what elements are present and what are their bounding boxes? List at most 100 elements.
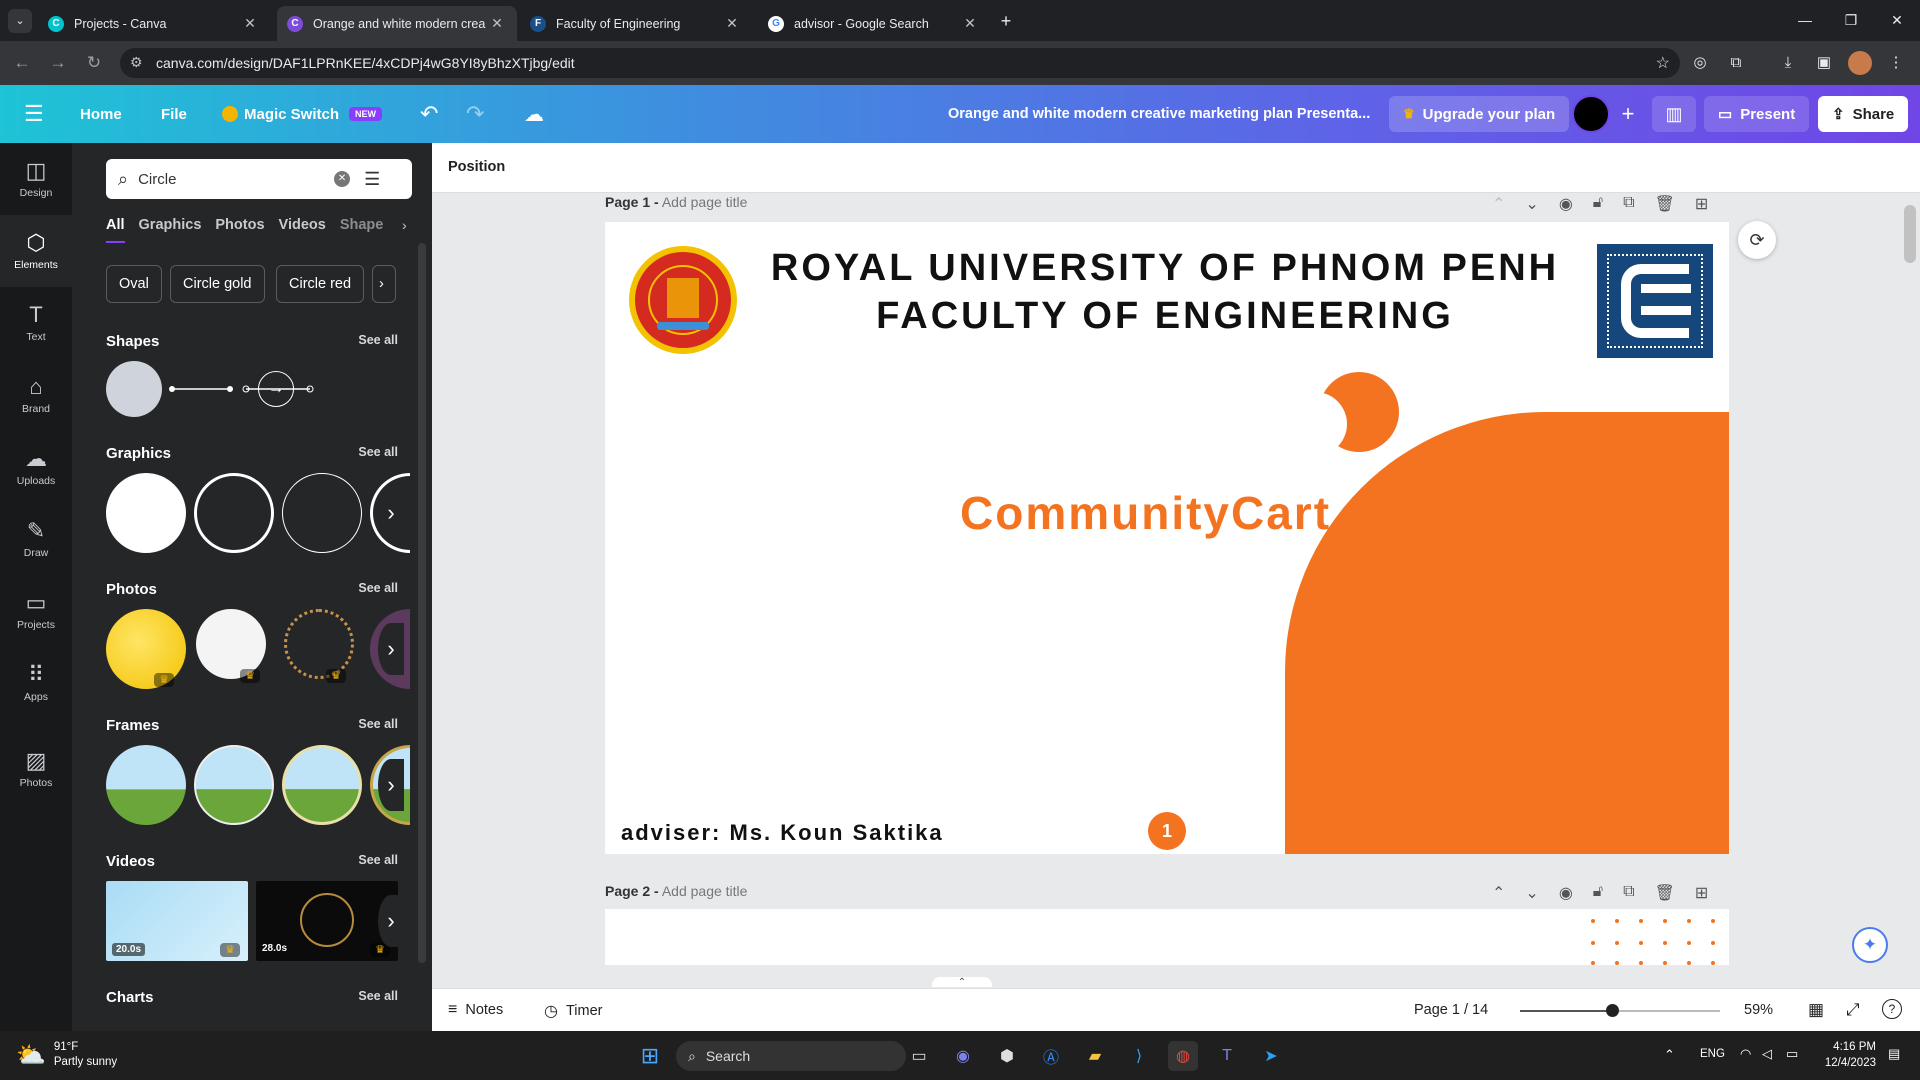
zoom-slider-handle[interactable] — [1606, 1004, 1619, 1017]
close-tab-icon[interactable]: ✕ — [960, 15, 980, 32]
video-thumbnail-golden-ring[interactable]: 28.0s ♛ — [256, 881, 398, 961]
url-field[interactable]: ⚙ canva.com/design/DAF1LPRnKEE/4xCDPj4wG… — [120, 48, 1680, 78]
duplicate-icon[interactable]: ⧉ — [1623, 194, 1634, 214]
tab-photos[interactable]: Photos — [215, 217, 264, 243]
arrow-circle-shape[interactable]: → — [258, 371, 294, 407]
see-all-link[interactable]: See all — [358, 581, 398, 598]
comment-add-icon[interactable]: ⟳ — [1738, 221, 1776, 259]
circle-shape[interactable] — [106, 361, 162, 417]
search-input[interactable] — [138, 170, 319, 188]
tab-google-search[interactable]: G advisor - Google Search ✕ — [758, 6, 990, 41]
meet-icon[interactable]: ◉ — [948, 1041, 978, 1071]
project-name-text[interactable]: CommunityCart — [960, 486, 1331, 540]
invite-plus-icon[interactable]: + — [1614, 100, 1642, 128]
store-a-icon[interactable]: Ⓐ — [1036, 1041, 1066, 1071]
add-page-icon[interactable]: ⊞ — [1695, 883, 1708, 903]
photos-next-icon[interactable]: › — [378, 623, 404, 675]
close-tab-icon[interactable]: ✕ — [722, 15, 742, 32]
clear-search-icon[interactable]: ✕ — [334, 171, 351, 187]
close-tab-icon[interactable]: ✕ — [240, 15, 260, 32]
add-page-title-link[interactable]: Add page title — [662, 194, 748, 210]
notification-icon[interactable]: ▤ — [1888, 1046, 1900, 1062]
bookmark-star-icon[interactable]: ☆ — [1656, 53, 1670, 73]
tray-chevron-icon[interactable]: ⌃ — [1664, 1047, 1675, 1063]
add-page-icon[interactable]: ⊞ — [1695, 194, 1708, 214]
clock[interactable]: 4:16 PM 12/4/2023 — [1810, 1039, 1876, 1071]
rail-item-photos[interactable]: ▨ Photos — [0, 733, 72, 805]
help-icon[interactable]: ? — [1882, 999, 1902, 1019]
weather-widget[interactable]: ⛅ 91°F Partly sunny — [16, 1040, 117, 1070]
tab-faculty-engineering[interactable]: F Faculty of Engineering ✕ — [520, 6, 752, 41]
rail-item-uploads[interactable]: ☁ Uploads — [0, 431, 72, 503]
share-button[interactable]: ⇪ Share — [1818, 96, 1909, 132]
home-button[interactable]: Home — [80, 85, 122, 143]
panel-scrollbar[interactable] — [418, 243, 426, 963]
teams-icon[interactable]: T — [1212, 1041, 1242, 1071]
task-view-icon[interactable]: ▭ — [904, 1041, 934, 1071]
file-menu-button[interactable]: File — [161, 85, 187, 143]
see-all-link[interactable]: See all — [358, 989, 398, 1006]
filter-icon[interactable]: ☰ — [364, 169, 380, 190]
zoom-level[interactable]: 59% — [1744, 1002, 1773, 1018]
see-all-link[interactable]: See all — [358, 333, 398, 350]
slide-title[interactable]: ROYAL UNIVERSITY OF PHNOM PENH FACULTY O… — [745, 244, 1585, 340]
move-up-icon[interactable]: ⌃ — [1492, 194, 1505, 214]
chrome-menu-icon[interactable]: ⋮ — [1884, 51, 1908, 75]
frame-circle-3[interactable] — [282, 745, 362, 825]
forward-icon[interactable]: → — [46, 51, 70, 75]
cloud-saved-icon[interactable]: ☁ — [524, 85, 544, 143]
delete-icon[interactable]: 🗑︎ — [1655, 883, 1675, 903]
magic-assistant-icon[interactable]: ✦ — [1852, 927, 1888, 963]
close-tab-icon[interactable]: ✕ — [487, 15, 507, 32]
video-thumbnail-bubbles[interactable]: 20.0s ♛ — [106, 881, 248, 961]
tab-orange-white-presentation[interactable]: C Orange and white modern crea ✕ — [277, 6, 517, 41]
battery-icon[interactable]: ▭ — [1786, 1046, 1798, 1062]
site-info-icon[interactable]: ⚙ — [130, 54, 143, 71]
side-panel-icon[interactable]: ▣ — [1812, 51, 1836, 75]
puzzle-extensions-icon[interactable]: ⧉ — [1724, 51, 1748, 75]
add-page-title-link[interactable]: Add page title — [662, 883, 748, 899]
rail-item-projects[interactable]: ▭ Projects — [0, 575, 72, 647]
upgrade-plan-button[interactable]: ♛ Upgrade your plan — [1389, 96, 1570, 132]
insights-chart-icon[interactable]: ▥ — [1652, 96, 1696, 132]
graphic-outline-circle[interactable] — [194, 473, 274, 553]
file-explorer-icon[interactable]: ▰ — [1080, 1041, 1110, 1071]
rail-item-design[interactable]: ◫ Design — [0, 143, 72, 215]
duplicate-icon[interactable]: ⧉ — [1623, 883, 1634, 903]
redo-icon[interactable]: ↷ — [466, 85, 484, 143]
canvas-scrollbar[interactable] — [1904, 205, 1916, 263]
slide-page-2[interactable] — [605, 909, 1729, 965]
move-down-icon[interactable]: ⌄ — [1525, 194, 1538, 214]
frame-circle-2[interactable] — [194, 745, 274, 825]
chip-oval[interactable]: Oval — [106, 265, 162, 303]
elements-search-field[interactable]: ⌕ ✕ ☰ — [106, 159, 412, 199]
restore-icon[interactable]: ❐ — [1828, 8, 1874, 32]
tab-projects-canva[interactable]: C Projects - Canva ✕ — [38, 6, 270, 41]
telegram-icon[interactable]: ➤ — [1256, 1041, 1286, 1071]
magic-switch-button[interactable]: Magic Switch NEW — [222, 85, 383, 143]
team-avatar[interactable] — [1572, 95, 1610, 133]
chips-next-icon[interactable]: › — [372, 265, 396, 303]
hamburger-menu-icon[interactable]: ☰ — [24, 85, 44, 143]
graphic-thin-circle[interactable] — [282, 473, 362, 553]
tab-all[interactable]: All — [106, 217, 125, 243]
download-icon[interactable]: ⤓ — [1776, 51, 1800, 75]
lock-icon[interactable]: 🔓︎ — [1593, 194, 1603, 214]
hide-page-icon[interactable]: ◉ — [1559, 883, 1573, 903]
orange-quarter-shape[interactable] — [1285, 412, 1729, 854]
tab-search-button[interactable]: ⌄ — [8, 9, 32, 33]
delete-icon[interactable]: 🗑︎ — [1655, 194, 1675, 214]
move-down-icon[interactable]: ⌄ — [1525, 883, 1538, 903]
graphic-white-circle[interactable] — [106, 473, 186, 553]
minimize-icon[interactable]: — — [1782, 8, 1828, 32]
fullscreen-icon[interactable]: ⤢ — [1846, 1000, 1860, 1020]
rail-item-text[interactable]: T Text — [0, 287, 72, 359]
move-up-icon[interactable]: ⌃ — [1492, 883, 1505, 903]
timer-button[interactable]: ◷ Timer — [544, 1001, 602, 1021]
tabs-next-icon[interactable]: › — [402, 217, 407, 233]
slide-page-1[interactable]: ROYAL UNIVERSITY OF PHNOM PENH FACULTY O… — [605, 222, 1729, 854]
rail-item-apps[interactable]: ⠿ Apps — [0, 647, 72, 719]
line-shapes[interactable] — [168, 381, 328, 397]
frame-circle-1[interactable] — [106, 745, 186, 825]
chip-circle-red[interactable]: Circle red — [276, 265, 365, 303]
